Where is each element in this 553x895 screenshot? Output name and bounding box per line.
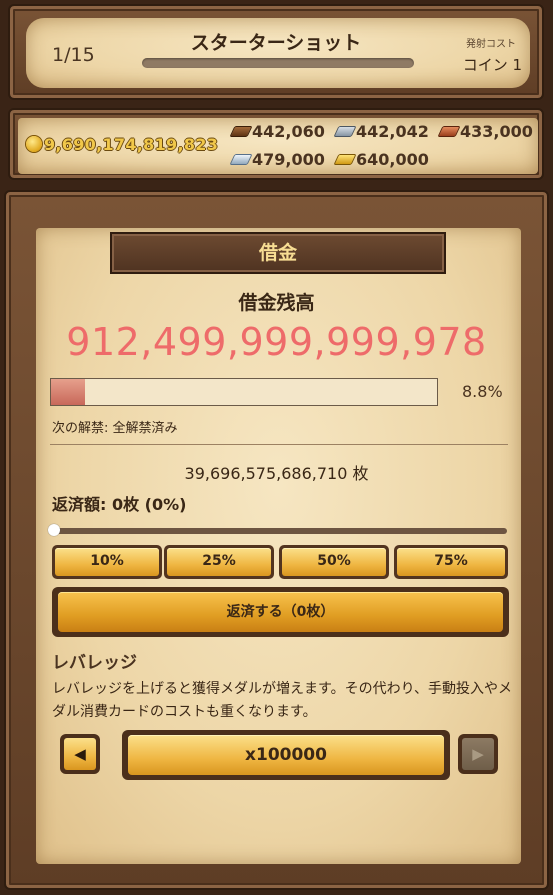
- slider-handle[interactable]: [48, 524, 60, 536]
- silver-count: 479,000: [229, 150, 325, 169]
- next-unlock-text: 次の解禁: 全解禁済み: [52, 421, 178, 436]
- percent-50-label: 50%: [282, 548, 386, 576]
- percent-25-button[interactable]: 25%: [164, 545, 274, 579]
- stage-progress-bar: [142, 58, 414, 68]
- debt-balance-value: 912,499,999,999,978: [66, 320, 487, 364]
- stage-title: スターターショット: [190, 32, 362, 54]
- percent-10-label: 10%: [55, 548, 159, 576]
- medal-count: 39,696,575,686,710 枚: [184, 464, 369, 483]
- repay-amount-label: 返済額: 0枚 (0%): [52, 495, 187, 514]
- debt-balance-label: 借金残高: [238, 292, 315, 314]
- leverage-value: x100000: [128, 735, 444, 775]
- arrow-right-icon: ▶: [462, 738, 494, 770]
- launch-cost-value: コイン 1: [462, 56, 522, 74]
- percent-25-label: 25%: [167, 548, 271, 576]
- copper-count: 433,000: [437, 122, 533, 141]
- wood-count: 442,060: [229, 122, 325, 141]
- iron-value: 442,042: [356, 122, 429, 141]
- wood-log-icon: [229, 126, 253, 137]
- repay-button-label: 返済する（0枚）: [58, 592, 503, 632]
- repay-button[interactable]: 返済する（0枚）: [52, 587, 509, 637]
- percent-75-button[interactable]: 75%: [394, 545, 508, 579]
- iron-count: 442,042: [333, 122, 429, 141]
- divider: [50, 444, 508, 445]
- percent-10-button[interactable]: 10%: [52, 545, 162, 579]
- debt-panel: 借金 借金残高 912,499,999,999,978 8.8% 次の解禁: 全…: [4, 190, 549, 890]
- percent-50-button[interactable]: 50%: [279, 545, 389, 579]
- resource-panel: 9,690,174,819,823 442,060 442,042 433,00…: [8, 108, 544, 180]
- leverage-description: レバレッジを上げると獲得メダルが増えます。その代わり、手動投入やメダル消費カード…: [52, 681, 513, 720]
- silver-value: 479,000: [252, 150, 325, 169]
- iron-ingot-icon: [333, 126, 357, 137]
- coin-icon: [26, 136, 42, 152]
- gold-count: 640,000: [333, 150, 429, 169]
- debt-banner: 借金: [110, 232, 446, 274]
- leverage-increase-button[interactable]: ▶: [458, 734, 498, 774]
- silver-ingot-icon: [229, 154, 253, 165]
- gold-value: 640,000: [356, 150, 429, 169]
- wood-value: 442,060: [252, 122, 325, 141]
- copper-ingot-icon: [437, 126, 461, 137]
- copper-value: 433,000: [460, 122, 533, 141]
- repay-slider[interactable]: [48, 524, 507, 536]
- leverage-value-button[interactable]: x100000: [122, 730, 450, 780]
- debt-progress-percent: 8.8%: [462, 382, 503, 401]
- leverage-title: レバレッジ: [52, 653, 137, 673]
- debt-progress-bar: [50, 378, 438, 406]
- arrow-left-icon: ◀: [64, 738, 96, 770]
- stage-header: 1/15 スターターショット 発射コスト コイン 1: [8, 4, 544, 100]
- coin-count: 9,690,174,819,823: [44, 135, 219, 154]
- leverage-decrease-button[interactable]: ◀: [60, 734, 100, 774]
- percent-75-label: 75%: [397, 548, 505, 576]
- launch-cost-label: 発射コスト: [466, 39, 516, 50]
- gold-ingot-icon: [333, 154, 357, 165]
- debt-progress-fill: [51, 379, 85, 405]
